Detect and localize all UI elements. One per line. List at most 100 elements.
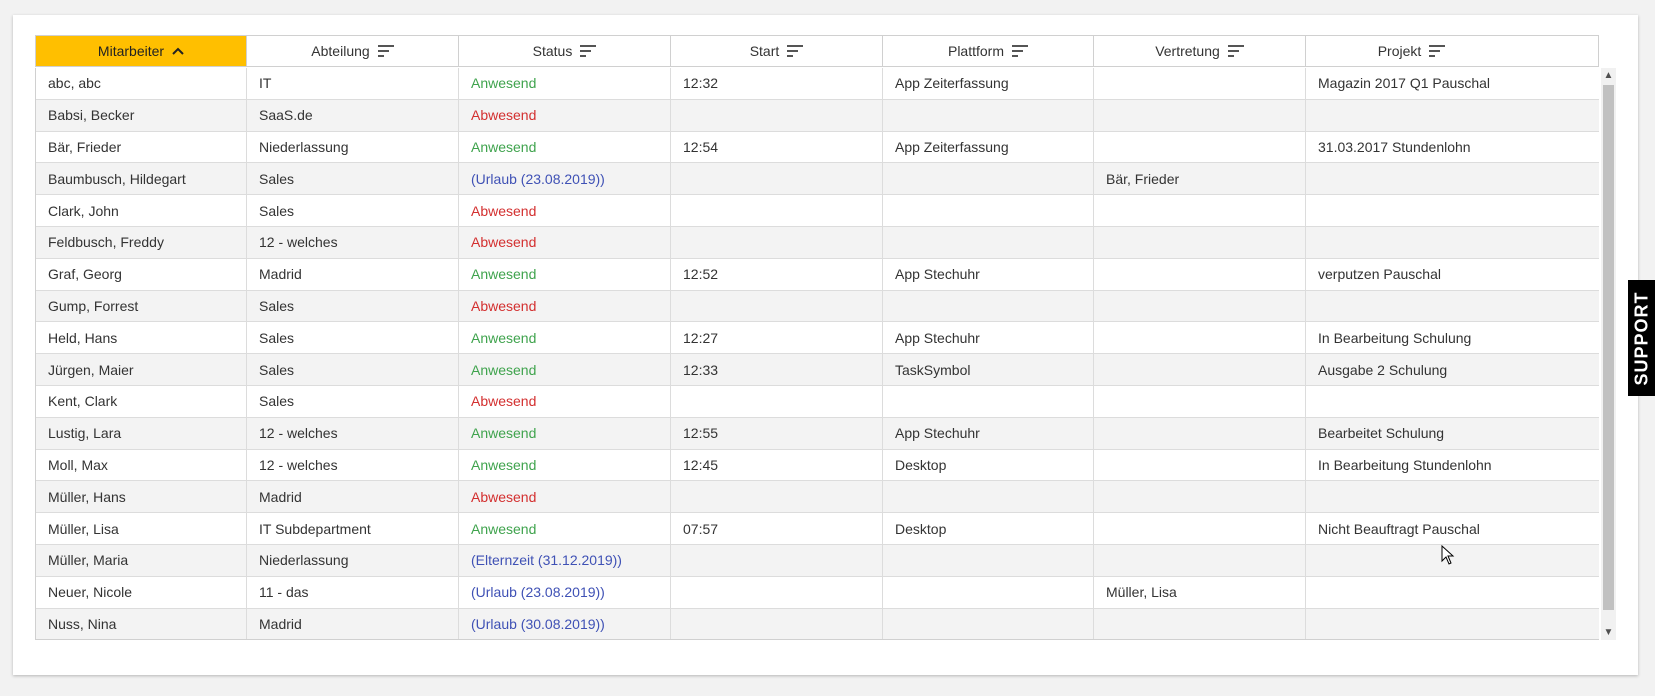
column-header-projekt[interactable]: Projekt [1306,36,1517,66]
cell-start [671,385,883,417]
scroll-down-arrow-icon[interactable]: ▼ [1601,625,1616,640]
cell-abteilung: Madrid [247,481,459,513]
table-row[interactable]: Bär, Frieder Niederlassung Anwesend 12:54 Ap… [36,131,1599,164]
cell-mitarbeiter: Neuer, Nicole [36,576,247,608]
cell-projekt: In Bearbeitung Stundenlohn [1318,456,1492,473]
table-row[interactable]: Feldbusch, Freddy 12 - welches Abwesend [36,226,1599,259]
table-row[interactable]: Müller, Maria Niederlassung (Elternzeit (3… [36,544,1599,577]
cell-status: (Urlaub (23.08.2019)) [459,576,671,608]
sort-icon[interactable] [1012,45,1028,57]
sort-icon[interactable] [580,45,597,57]
cell-vertretung [1094,99,1306,131]
cell-mitarbeiter: Nuss, Nina [36,608,247,639]
cell-projekt [1306,386,1517,417]
cell-plattform [883,576,1094,608]
table-row[interactable]: abc, abc IT Anwesend 12:32 App Zeiterfassung… [36,68,1599,100]
table-row[interactable]: Nuss, Nina Madrid (Urlaub (30.08.2019)) [36,608,1599,639]
scrollbar-thumb[interactable] [1603,85,1614,610]
column-header-mitarbeiter[interactable]: Mitarbeiter [36,36,247,66]
table-row[interactable]: Müller, Lisa IT Subdepartment Anwesend 07:5… [36,513,1599,545]
table-row[interactable]: Graf, Georg Madrid Anwesend 12:52 App Stechu… [36,258,1599,291]
support-tab-label: SUPPORT [1631,290,1652,386]
cell-vertretung: Bär, Frieder [1094,163,1306,195]
table-row[interactable]: Held, Hans Sales Anwesend 12:27 App Stechuhr… [36,322,1599,355]
cell-status: Abwesend [459,481,671,513]
sort-icon[interactable] [1227,45,1244,57]
table-row[interactable]: Müller, Hans Madrid Abwesend [36,481,1599,514]
cell-projekt [1306,163,1517,194]
cell-mitarbeiter: Kent, Clark [36,385,247,417]
table-row[interactable]: Lustig, Lara 12 - welches Anwesend 12:55 App… [36,417,1599,450]
cell-abteilung: Madrid [247,258,459,290]
cell-plattform: Desktop [883,449,1094,481]
cell-projekt: Magazin 2017 Q1 Pauschal [1318,75,1490,92]
sort-icon[interactable] [1429,45,1446,57]
employee-table: Mitarbeiter Abteilung Status Start Plattform… [35,35,1616,657]
sort-ascending-icon[interactable] [172,47,184,55]
cell-vertretung [1094,354,1306,385]
cell-projekt [1306,291,1517,322]
table-row[interactable]: Gump, Forrest Sales Abwesend [36,290,1599,323]
cell-status: Abwesend [459,195,671,226]
cell-plattform: App Zeiterfassung [883,68,1094,99]
cell-plattform [883,163,1094,195]
table-row[interactable]: Kent, Clark Sales Abwesend [36,385,1599,418]
column-header-vertretung[interactable]: Vertretung [1094,36,1306,66]
vertical-scrollbar[interactable]: ▲ ▼ [1601,68,1616,640]
cell-status: Anwesend [459,417,671,449]
table-row[interactable]: Neuer, Nicole 11 - das (Urlaub (23.08.2019… [36,576,1599,609]
cell-start: 07:57 [671,513,883,544]
cell-start: 12:45 [671,449,883,481]
cell-status: Anwesend [459,354,671,385]
column-header-start[interactable]: Start [671,36,883,66]
cell-status: Abwesend [459,226,671,258]
table-row[interactable]: Babsi, Becker SaaS.de Abwesend [36,99,1599,132]
table-row[interactable]: Moll, Max 12 - welches Anwesend 12:45 Deskto… [36,449,1599,482]
cell-abteilung: Sales [247,354,459,385]
sort-icon[interactable] [377,45,394,57]
cell-vertretung [1094,449,1306,481]
cell-status: Anwesend [459,131,671,163]
cell-mitarbeiter: Müller, Hans [36,481,247,513]
cell-mitarbeiter: Jürgen, Maier [36,354,247,385]
table-row[interactable]: Baumbusch, Hildegart Sales (Urlaub (23.08.… [36,163,1599,196]
column-header-abteilung[interactable]: Abteilung [247,36,459,66]
table-body: abc, abc IT Anwesend 12:32 App Zeiterfassung… [35,68,1599,640]
cell-plattform: App Stechuhr [883,417,1094,449]
cell-abteilung: Niederlassung [247,544,459,576]
cell-projekt: Bearbeitet Schulung [1318,425,1445,442]
sort-icon[interactable] [787,45,804,57]
cell-mitarbeiter: Clark, John [36,195,247,226]
cell-abteilung: SaaS.de [247,99,459,131]
table-row[interactable]: Jürgen, Maier Sales Anwesend 12:33 TaskSymbo… [36,354,1599,386]
cell-vertretung [1094,290,1306,322]
cell-abteilung: Sales [247,385,459,417]
cell-plattform [883,385,1094,417]
cell-projekt: Nicht Beauftragt Pauschal [1318,520,1480,537]
cell-status: Anwesend [459,68,671,99]
column-header-label: Start [749,43,780,59]
cell-vertretung [1094,68,1306,99]
cell-start [671,576,883,608]
table-row[interactable]: Clark, John Sales Abwesend [36,195,1599,227]
cell-plattform [883,608,1094,639]
column-header-label: Projekt [1377,43,1422,59]
cell-projekt: In Bearbeitung Schulung [1318,329,1472,346]
cell-mitarbeiter: Bär, Frieder [36,131,247,163]
cell-vertretung [1094,195,1306,226]
content-card: Mitarbeiter Abteilung Status Start Plattform… [13,15,1638,675]
cell-mitarbeiter: Baumbusch, Hildegart [36,163,247,195]
cell-projekt [1306,195,1517,226]
scroll-up-arrow-icon[interactable]: ▲ [1601,68,1616,83]
cell-vertretung [1094,322,1306,354]
cell-status: Anwesend [459,322,671,354]
support-tab[interactable]: SUPPORT [1628,280,1655,396]
cell-plattform [883,544,1094,576]
cell-projekt: 31.03.2017 Stundenlohn [1318,138,1471,155]
cell-vertretung [1094,513,1306,544]
cell-projekt [1306,545,1517,576]
cell-mitarbeiter: Lustig, Lara [36,417,247,449]
column-header-plattform[interactable]: Plattform [883,36,1094,66]
cell-abteilung: 12 - welches [247,226,459,258]
column-header-status[interactable]: Status [459,36,671,66]
